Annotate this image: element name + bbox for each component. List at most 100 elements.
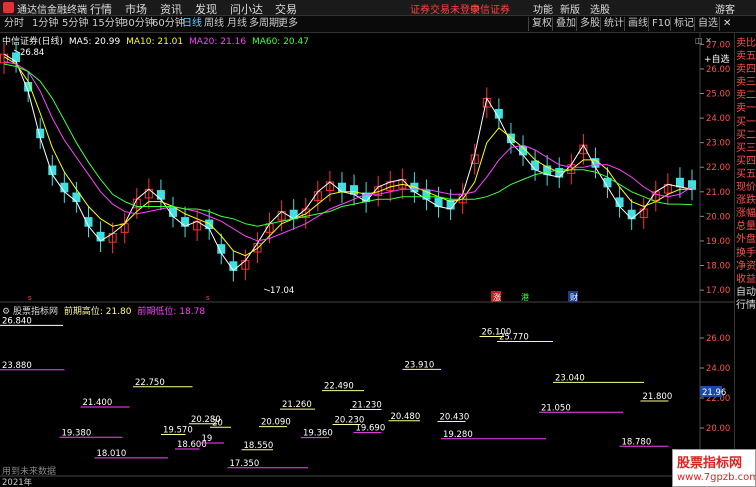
level-label: 19.570 <box>163 425 193 435</box>
mark-button[interactable]: 标记 <box>670 17 697 31</box>
low-price-label: 17.04 <box>270 286 294 296</box>
gear-icon[interactable]: ⚙ <box>2 307 10 317</box>
side-item[interactable]: 买二 <box>735 129 756 142</box>
level-label: 21.400 <box>83 398 113 408</box>
event-marker-s2: s <box>206 294 210 302</box>
side-item[interactable]: 行情 <box>735 299 756 312</box>
ma-line-ma10 <box>3 56 692 257</box>
broker-name[interactable]: 中信证券 <box>470 1 510 16</box>
candle-body <box>627 209 636 220</box>
candlesticks <box>0 41 696 282</box>
side-item[interactable]: 买三 <box>735 142 756 155</box>
menu-bar: 通达信金融终端 行情 市场 资讯 发现 问小达 交易 证券交易未登录 中信证券 … <box>0 0 756 16</box>
level-label: 19.280 <box>443 430 473 440</box>
indicator-tick-label: 26.00 <box>706 334 730 344</box>
indicator-levels: 26.840 23.880 22.750 21.400 19.380 18.010 19.5… <box>0 316 672 469</box>
level-label: 23.910 <box>405 360 435 370</box>
period-more[interactable]: 更多 <box>276 17 300 31</box>
menu-market[interactable]: 市场 <box>125 1 147 17</box>
period-weekly[interactable]: 周线 <box>202 17 226 31</box>
overlay-button[interactable]: 叠加 <box>552 17 579 31</box>
period-monthly[interactable]: 月线 <box>225 17 249 31</box>
app-title: 通达信金融终端 <box>17 5 87 16</box>
watermark-title: 股票指标网 <box>677 456 743 471</box>
indicator-name[interactable]: 股票指标网 <box>13 307 58 317</box>
side-item[interactable]: 净资 <box>735 260 756 273</box>
draw-line-button[interactable]: 画线 <box>624 17 651 31</box>
statistics-button[interactable]: 统计 <box>600 17 627 31</box>
side-item[interactable]: 卖三 <box>735 76 756 89</box>
level-label: 20.480 <box>391 412 421 422</box>
price-tick-label: 26.00 <box>706 65 730 75</box>
period-daily[interactable]: 日线 <box>180 17 204 31</box>
menu-new-version[interactable]: 新版 <box>560 1 580 16</box>
price-tick-label: 19.00 <box>706 237 730 247</box>
menu-wenxiaoda[interactable]: 问小达 <box>230 1 263 17</box>
ma5-value: MA5: 20.99 <box>68 37 121 47</box>
side-item[interactable]: 涨跌 <box>735 194 756 207</box>
price-tick-label: 22.00 <box>706 163 730 173</box>
price-tick-label: 18.00 <box>706 262 730 272</box>
level-label: 22.490 <box>324 382 354 392</box>
period-5min[interactable]: 5分钟 <box>60 17 90 31</box>
price-tick-label: 20.00 <box>706 212 730 222</box>
side-item[interactable]: 卖二 <box>735 89 756 102</box>
multi-stock-button[interactable]: 多股 <box>576 17 603 31</box>
watermark-url: www.7gpzb.com <box>677 472 756 483</box>
side-item[interactable]: 卖一 <box>735 102 756 115</box>
ma60-value: MA60: 20.47 <box>251 37 309 47</box>
site-watermark: 股票指标网 www.7gpzb.com <box>672 449 756 487</box>
side-item[interactable]: 现价 <box>735 181 756 194</box>
level-label: 23.040 <box>555 373 585 383</box>
side-item[interactable]: 买一 <box>735 116 756 129</box>
menu-news[interactable]: 资讯 <box>160 1 182 17</box>
year-label: 2021年 <box>2 477 33 487</box>
menu-guest[interactable]: 游客 <box>715 1 735 16</box>
side-item[interactable]: 换手 <box>735 247 756 260</box>
app-logo-icon <box>3 2 14 13</box>
level-label: 23.880 <box>2 361 32 371</box>
level-label: 21.050 <box>541 403 571 413</box>
side-item[interactable]: 买五 <box>735 168 756 181</box>
menu-discover[interactable]: 发现 <box>195 1 217 17</box>
level-label: 19.690 <box>356 424 386 434</box>
add-watch-label[interactable]: +自选 <box>704 53 730 65</box>
level-label: 17.350 <box>230 459 260 469</box>
chart-grid <box>0 33 734 487</box>
menu-quotes[interactable]: 行情 <box>90 1 112 17</box>
side-item[interactable]: 外盘 <box>735 233 756 246</box>
price-axis-labels: 27.0026.0025.0024.0023.0022.0021.0020.00… <box>706 40 730 434</box>
menu-trade[interactable]: 交易 <box>275 1 297 17</box>
indicator-tick-label: 20.00 <box>706 424 730 434</box>
menu-function[interactable]: 功能 <box>533 1 553 16</box>
ma-line-ma20 <box>3 61 693 242</box>
period-1min[interactable]: 1分钟 <box>30 17 60 31</box>
level-label: 18.010 <box>97 449 127 459</box>
level-label: 20 <box>212 418 223 428</box>
menu-stock-picker[interactable]: 选股 <box>590 1 610 16</box>
future-data-note: 用到未来数据 <box>2 467 57 477</box>
side-item[interactable]: 卖比 <box>735 37 756 50</box>
ma20-value: MA20: 21.16 <box>189 37 247 47</box>
indicator-high: 前期高位: 21.80 <box>63 307 132 317</box>
event-text-finance: 财 <box>570 292 578 302</box>
current-price-value: 21.96 <box>702 388 726 398</box>
level-label: 19.360 <box>303 429 333 439</box>
candle-body <box>675 177 684 188</box>
adjust-button[interactable]: 复权 <box>528 17 555 31</box>
side-item[interactable]: 涨幅 <box>735 207 756 220</box>
side-item[interactable]: 卖四 <box>735 63 756 76</box>
side-item[interactable]: 买四 <box>735 155 756 168</box>
side-item[interactable]: 卖五 <box>735 50 756 63</box>
event-text-port: 港 <box>521 292 529 302</box>
side-item[interactable]: 总量 <box>735 220 756 233</box>
stock-name: 中信证券(日线) <box>2 37 64 47</box>
period-timeshare[interactable]: 分时 <box>2 17 26 31</box>
watchlist-button[interactable]: 自选 <box>694 17 721 31</box>
chart-collapse-icon[interactable]: ◫ ✕ <box>695 36 712 45</box>
kline-chart[interactable]: 26.840 23.880 22.750 21.400 19.380 18.010 19.5… <box>0 33 734 487</box>
side-item[interactable]: 收益 <box>735 273 756 286</box>
side-item[interactable]: 自动 <box>735 286 756 299</box>
candle-body <box>337 182 346 193</box>
close-icon[interactable]: ✕ <box>719 17 734 31</box>
